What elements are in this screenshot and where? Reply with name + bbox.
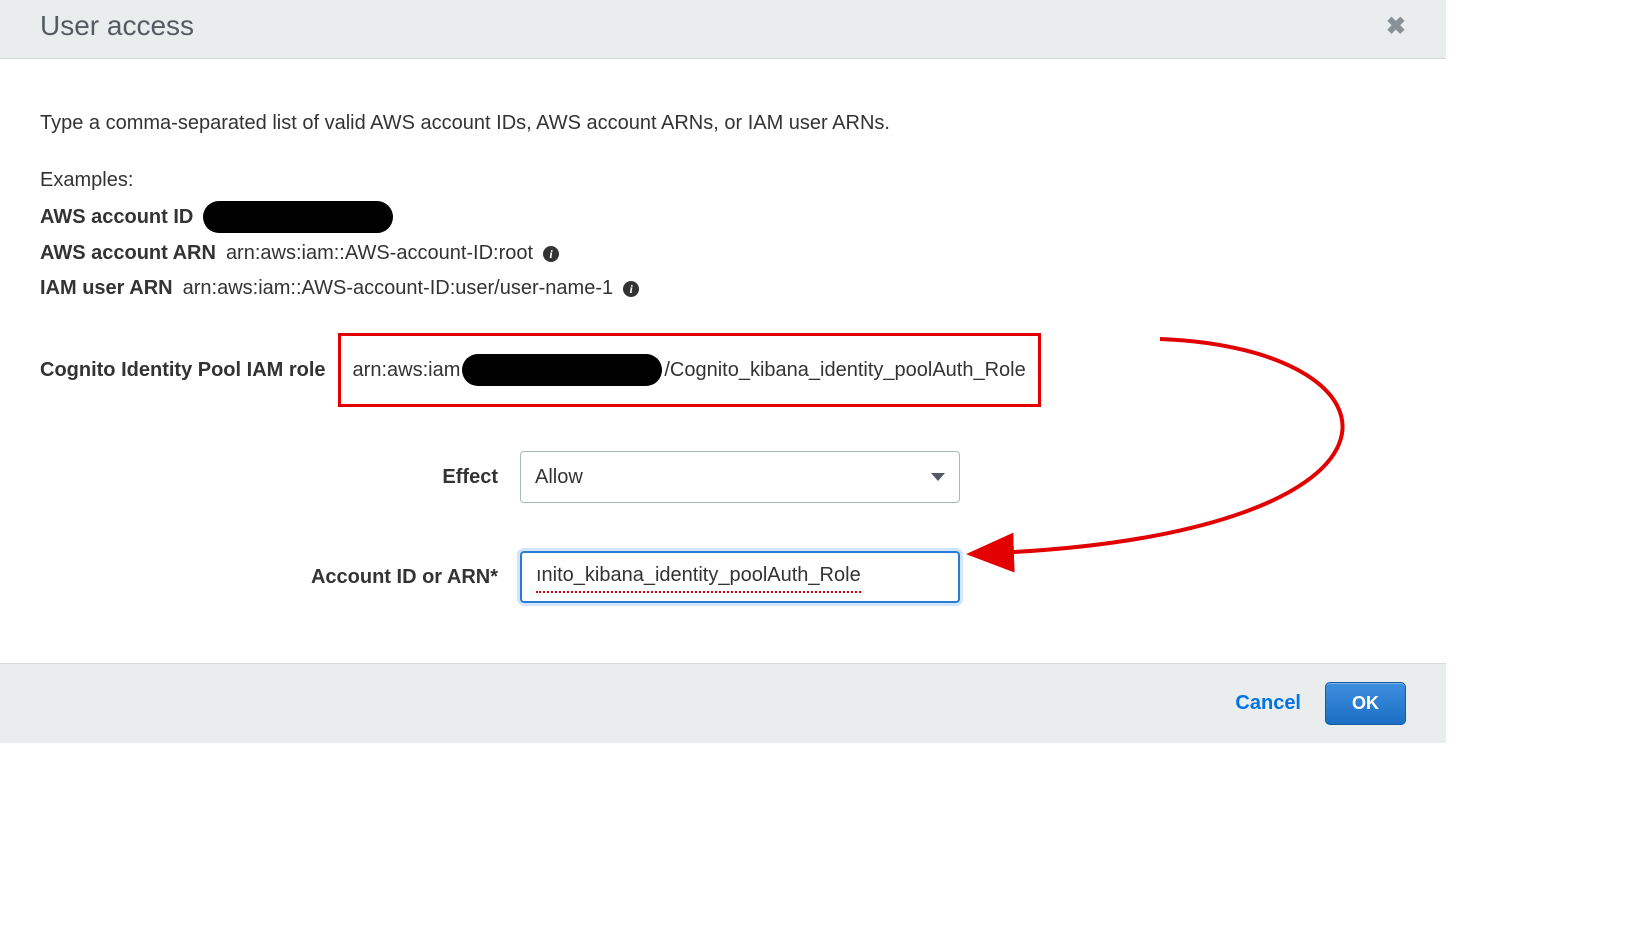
dialog-header: User access ✖ <box>0 0 1446 59</box>
dialog-title: User access <box>40 10 194 42</box>
examples-heading: Examples: <box>40 166 1406 195</box>
cancel-button[interactable]: Cancel <box>1235 692 1301 715</box>
example-aws-account-arn: AWS account ARN arn:aws:iam::AWS-account… <box>40 239 1406 268</box>
cognito-role-row: Cognito Identity Pool IAM role arn:aws:i… <box>40 333 1406 407</box>
example-label: IAM user ARN <box>40 274 173 303</box>
account-row: Account ID or ARN* ınito_kibana_identity… <box>40 551 1406 603</box>
account-input-value: ınito_kibana_identity_poolAuth_Role <box>536 561 861 593</box>
example-iam-user-arn: IAM user ARN arn:aws:iam::AWS-account-ID… <box>40 274 1406 303</box>
effect-row: Effect Allow <box>40 451 1406 503</box>
cognito-role-highlight: arn:aws:iam /Cognito_kibana_identity_poo… <box>338 333 1041 407</box>
dialog-body: Type a comma-separated list of valid AWS… <box>0 59 1446 663</box>
account-id-arn-input[interactable]: ınito_kibana_identity_poolAuth_Role <box>520 551 960 603</box>
redacted-account-number <box>462 354 662 386</box>
example-value: arn:aws:iam::AWS-account-ID:user/user-na… <box>183 274 614 303</box>
dialog-footer: Cancel OK <box>0 663 1446 743</box>
intro-text: Type a comma-separated list of valid AWS… <box>40 109 1406 138</box>
cognito-arn-prefix: arn:aws:iam <box>353 356 461 385</box>
example-value: arn:aws:iam::AWS-account-ID:root <box>226 239 533 268</box>
effect-selected-value: Allow <box>535 463 583 492</box>
ok-button[interactable]: OK <box>1325 682 1406 725</box>
chevron-down-icon <box>931 473 945 481</box>
effect-select[interactable]: Allow <box>520 451 960 503</box>
user-access-dialog: User access ✖ Type a comma-separated lis… <box>0 0 1446 743</box>
example-label: AWS account ID <box>40 203 193 232</box>
info-icon[interactable]: i <box>623 281 639 297</box>
cognito-role-label: Cognito Identity Pool IAM role <box>40 356 326 385</box>
example-aws-account-id: AWS account ID <box>40 201 1406 233</box>
example-label: AWS account ARN <box>40 239 216 268</box>
close-icon[interactable]: ✖ <box>1386 12 1406 41</box>
annotation-arrow <box>0 59 1446 759</box>
effect-label: Effect <box>40 463 520 492</box>
redacted-account-id <box>203 201 393 233</box>
info-icon[interactable]: i <box>543 246 559 262</box>
cognito-arn-suffix: /Cognito_kibana_identity_poolAuth_Role <box>664 356 1025 385</box>
account-label: Account ID or ARN* <box>40 563 520 592</box>
